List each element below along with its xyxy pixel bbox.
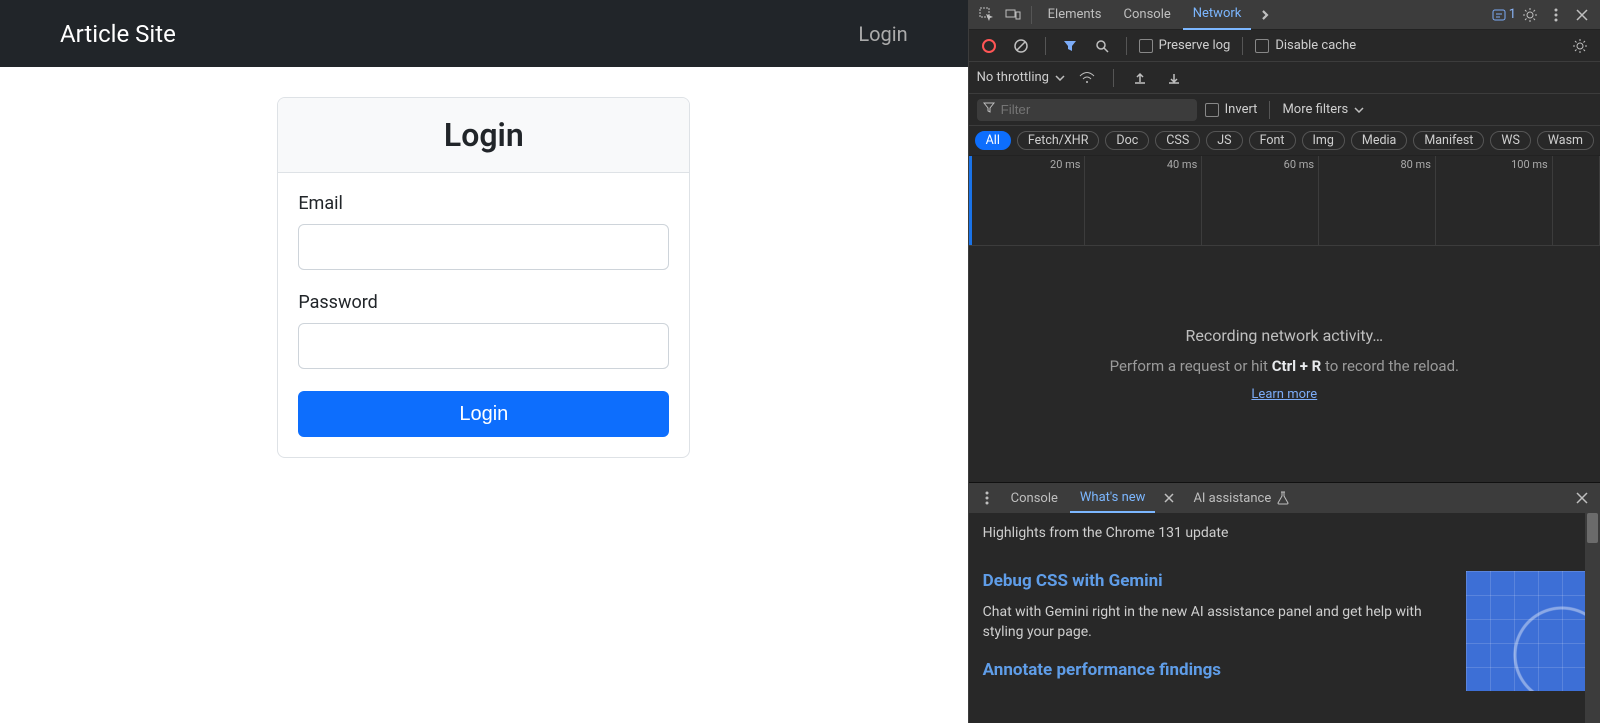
drawer-tab-whats-new[interactable]: What's new: [1070, 483, 1156, 513]
story-debug-css[interactable]: Debug CSS with Gemini Chat with Gemini r…: [983, 571, 1586, 692]
upload-har-icon[interactable]: [1128, 66, 1152, 90]
tab-network[interactable]: Network: [1183, 0, 1252, 30]
kebab-menu-icon[interactable]: [1544, 3, 1568, 27]
download-har-icon[interactable]: [1162, 66, 1186, 90]
story1-body: Chat with Gemini right in the new AI ass…: [983, 603, 1450, 642]
chip-wasm[interactable]: Wasm: [1537, 131, 1594, 150]
password-input[interactable]: [298, 323, 669, 369]
disable-cache-checkbox[interactable]: Disable cache: [1255, 38, 1356, 53]
drawer-tab-ai[interactable]: AI assistance: [1183, 483, 1300, 513]
story2-title: Annotate performance findings: [983, 660, 1450, 680]
chip-manifest[interactable]: Manifest: [1413, 131, 1484, 150]
drawer-tab-console[interactable]: Console: [1001, 483, 1068, 513]
drawer-tabbar: Console What's new AI assistance: [969, 483, 1600, 513]
story-thumbnail: [1466, 571, 1586, 691]
issues-badge[interactable]: 1: [1492, 7, 1516, 22]
network-toolbar: Preserve log Disable cache: [969, 30, 1600, 62]
chip-all[interactable]: All: [975, 131, 1011, 150]
password-label: Password: [298, 292, 669, 313]
ai-tab-label: AI assistance: [1193, 491, 1271, 506]
chip-img[interactable]: Img: [1302, 131, 1345, 150]
chip-media[interactable]: Media: [1351, 131, 1407, 150]
clear-icon[interactable]: [1009, 34, 1033, 58]
chip-ws[interactable]: WS: [1490, 131, 1531, 150]
timeline-overview[interactable]: 20 ms 40 ms 60 ms 80 ms 100 ms: [969, 156, 1600, 246]
navbar: Article Site Login: [0, 0, 968, 67]
disable-cache-label: Disable cache: [1275, 38, 1356, 53]
chip-font[interactable]: Font: [1249, 131, 1296, 150]
invert-checkbox[interactable]: Invert: [1205, 102, 1258, 117]
filter-toggle-icon[interactable]: [1058, 34, 1082, 58]
flask-icon: [1276, 491, 1290, 505]
more-tabs-icon[interactable]: [1253, 3, 1277, 27]
email-label: Email: [298, 193, 669, 214]
tick-40ms: 40 ms: [1167, 158, 1197, 171]
close-whats-new-icon[interactable]: [1157, 486, 1181, 510]
brand[interactable]: Article Site: [60, 20, 176, 48]
login-card: Login Email Password Login: [277, 97, 690, 458]
wifi-icon[interactable]: [1075, 66, 1099, 90]
learn-more-link[interactable]: Learn more: [1251, 387, 1317, 402]
throttle-select[interactable]: No throttling: [977, 70, 1065, 85]
filter-input[interactable]: [977, 99, 1197, 121]
more-filters-label: More filters: [1282, 102, 1348, 117]
preserve-log-label: Preserve log: [1159, 38, 1231, 53]
preserve-log-checkbox[interactable]: Preserve log: [1139, 38, 1231, 53]
chip-doc[interactable]: Doc: [1105, 131, 1149, 150]
chip-css[interactable]: CSS: [1155, 131, 1200, 150]
card-header: Login: [278, 98, 689, 173]
filter-row: Invert More filters: [969, 94, 1600, 126]
highlights-heading: Highlights from the Chrome 131 update: [983, 525, 1586, 541]
card-body: Email Password Login: [278, 173, 689, 457]
tick-80ms: 80 ms: [1400, 158, 1430, 171]
drawer-kebab-icon[interactable]: [975, 486, 999, 510]
tick-20ms: 20 ms: [1050, 158, 1080, 171]
scrollbar-thumb[interactable]: [1587, 513, 1598, 543]
more-filters-dropdown[interactable]: More filters: [1282, 102, 1364, 117]
email-input[interactable]: [298, 224, 669, 270]
settings-gear-icon[interactable]: [1518, 3, 1542, 27]
record-button[interactable]: [977, 34, 1001, 58]
devtools-tabbar: Elements Console Network 1: [969, 0, 1600, 30]
empty-hint: Perform a request or hit Ctrl + R to rec…: [1110, 357, 1459, 375]
type-filter-chips: All Fetch/XHR Doc CSS JS Font Img Media …: [969, 126, 1600, 156]
network-settings-gear-icon[interactable]: [1568, 34, 1592, 58]
nav-login-link[interactable]: Login: [858, 22, 907, 46]
chevron-down-icon: [1055, 75, 1065, 81]
funnel-icon: [983, 102, 995, 114]
devtools-drawer: Console What's new AI assistance Highlig…: [969, 482, 1600, 723]
chip-fetch[interactable]: Fetch/XHR: [1017, 131, 1100, 150]
device-toggle-icon[interactable]: [1001, 3, 1025, 27]
inspect-icon[interactable]: [975, 3, 999, 27]
network-empty-state: Recording network activity… Perform a re…: [969, 246, 1600, 482]
login-button[interactable]: Login: [298, 391, 669, 437]
tick-60ms: 60 ms: [1284, 158, 1314, 171]
story1-title: Debug CSS with Gemini: [983, 571, 1450, 591]
content-area: Login Email Password Login: [0, 67, 968, 723]
invert-label: Invert: [1225, 102, 1258, 117]
devtools-panel: Elements Console Network 1: [968, 0, 1600, 723]
tick-100ms: 100 ms: [1511, 158, 1548, 171]
chevron-down-icon: [1354, 107, 1364, 113]
issues-count: 1: [1509, 7, 1516, 22]
search-icon[interactable]: [1090, 34, 1114, 58]
card-title: Login: [298, 116, 669, 154]
drawer-body: Highlights from the Chrome 131 update De…: [969, 513, 1600, 723]
empty-title: Recording network activity…: [1186, 326, 1384, 345]
close-devtools-icon[interactable]: [1570, 3, 1594, 27]
throttle-bar: No throttling: [969, 62, 1600, 94]
close-drawer-icon[interactable]: [1570, 486, 1594, 510]
chip-js[interactable]: JS: [1206, 131, 1242, 150]
throttle-label: No throttling: [977, 70, 1049, 85]
tab-elements[interactable]: Elements: [1038, 0, 1112, 30]
drawer-scrollbar[interactable]: [1585, 513, 1600, 723]
tab-console[interactable]: Console: [1114, 0, 1181, 30]
